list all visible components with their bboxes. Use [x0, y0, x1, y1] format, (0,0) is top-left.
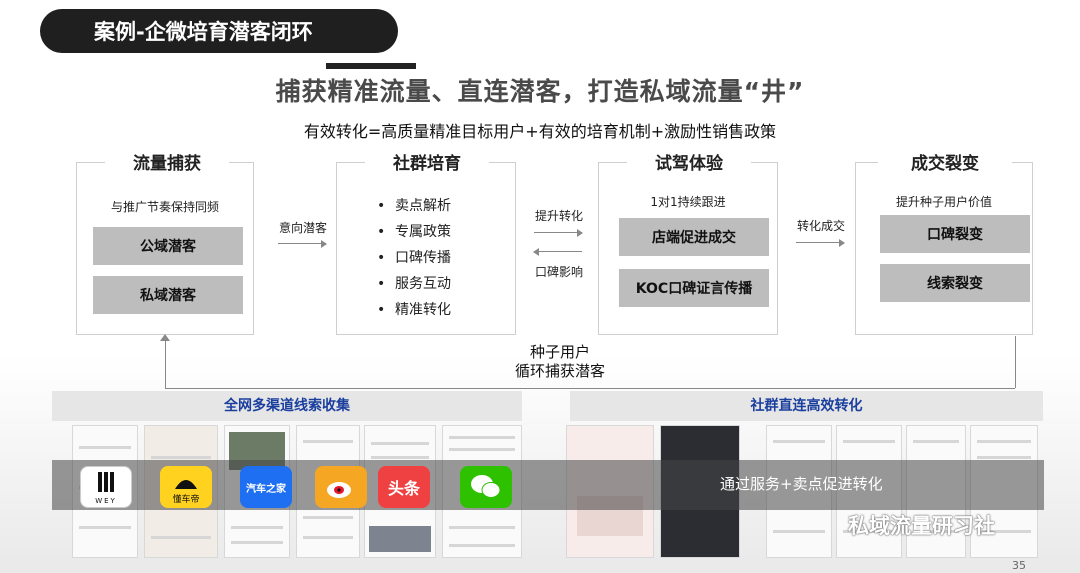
stage-title: 流量捕获: [107, 150, 227, 178]
section-title-right: 社群直连高效转化: [570, 391, 1043, 421]
stage-test-drive: 试驾体验 1对1持续跟进 店端促进成交 KOC口碑证言传播: [598, 150, 778, 335]
stage-deal-fission: 成交裂变 提升种子用户价值 口碑裂变 线索裂变: [855, 150, 1033, 335]
autohome-logo-text: 汽车之家: [246, 483, 286, 495]
dongchedi-logo-text: 懂车帝: [172, 495, 200, 505]
toutiao-logo-icon: 头条: [378, 466, 430, 508]
arrow-right-3: [796, 239, 845, 247]
wechat-logo-icon: [460, 466, 512, 508]
loop-line-right: [1015, 336, 1016, 388]
watermark: 私域流量研习社: [848, 514, 995, 538]
stage-title: 成交裂变: [880, 150, 1010, 178]
loop-label-line2: 循环捕获潜客: [514, 362, 605, 380]
bullet-item: 口碑传播: [377, 245, 451, 271]
loop-line-bottom: [165, 388, 1015, 389]
page-number: 35: [1012, 559, 1026, 572]
arrow-label-influence: 口碑影响: [534, 265, 583, 279]
stage-note: 与推广节奏保持同频: [110, 200, 219, 214]
weibo-logo-graphic: [327, 482, 351, 498]
nurture-bullets: 卖点解析 专属政策 口碑传播 服务互动 精准转化: [377, 193, 451, 323]
private-leads-box: 私域潜客: [93, 276, 243, 314]
toutiao-logo-text: 头条: [387, 479, 420, 498]
stage-title: 社群培育: [367, 150, 487, 178]
weibo-logo-icon: [315, 466, 367, 508]
store-deal-box: 店端促进成交: [619, 218, 769, 256]
autohome-logo-icon: 汽车之家: [240, 466, 292, 508]
loop-label-line1: 种子用户: [529, 343, 590, 361]
arrow-label-boost: 提升转化: [534, 209, 583, 223]
bullet-item: 精准转化: [377, 297, 451, 323]
arrow-label-deal: 转化成交: [796, 219, 845, 233]
bullet-item: 服务互动: [377, 271, 451, 297]
arrow-left-2: [533, 248, 582, 256]
photo-thumbnail: [369, 526, 431, 552]
public-leads-box: 公域潜客: [93, 227, 243, 265]
koc-testimony-box: KOC口碑证言传播: [619, 269, 769, 307]
stage-note: 1对1持续跟进: [650, 195, 726, 209]
arrow-right-1: [278, 240, 327, 248]
loop-line-left: [165, 340, 166, 388]
wechat-logo-graphic: [471, 475, 501, 498]
arrow-right-2: [534, 229, 583, 237]
word-of-mouth-box: 口碑裂变: [880, 215, 1030, 253]
lead-fission-box: 线索裂变: [880, 264, 1030, 302]
bullet-item: 专属政策: [377, 219, 451, 245]
loop-arrowhead: [160, 334, 170, 341]
overlay-text: 通过服务+卖点促进转化: [720, 475, 883, 493]
bullet-item: 卖点解析: [377, 193, 451, 219]
arrow-label-intent: 意向潜客: [278, 221, 327, 235]
dongchedi-logo-icon: 懂车帝: [160, 466, 212, 508]
formula-text: 有效转化=高质量精准目标用户+有效的培育机制+激励性销售政策: [303, 122, 777, 141]
wey-logo-icon: WEY: [80, 466, 132, 508]
stage-traffic-capture: 流量捕获 与推广节奏保持同频 公域潜客 私域潜客: [76, 150, 254, 335]
wey-logo-text: WEY: [95, 497, 117, 505]
stage-title: 试驾体验: [629, 150, 749, 178]
dongchedi-logo-graphic: [175, 480, 197, 489]
headline-accent-bar: [326, 63, 416, 69]
stage-note: 提升种子用户价值: [895, 195, 992, 209]
loop-label: 种子用户 循环捕获潜客: [480, 343, 640, 381]
stage-community-nurture: 社群培育 卖点解析 专属政策 口碑传播 服务互动 精准转化: [336, 150, 516, 335]
headline: 捕获精准流量、直连潜客，打造私域流量“井”: [275, 77, 805, 106]
title-pill: 案例-企微培育潜客闭环: [40, 9, 398, 53]
section-title-left: 全网多渠道线索收集: [52, 391, 522, 421]
